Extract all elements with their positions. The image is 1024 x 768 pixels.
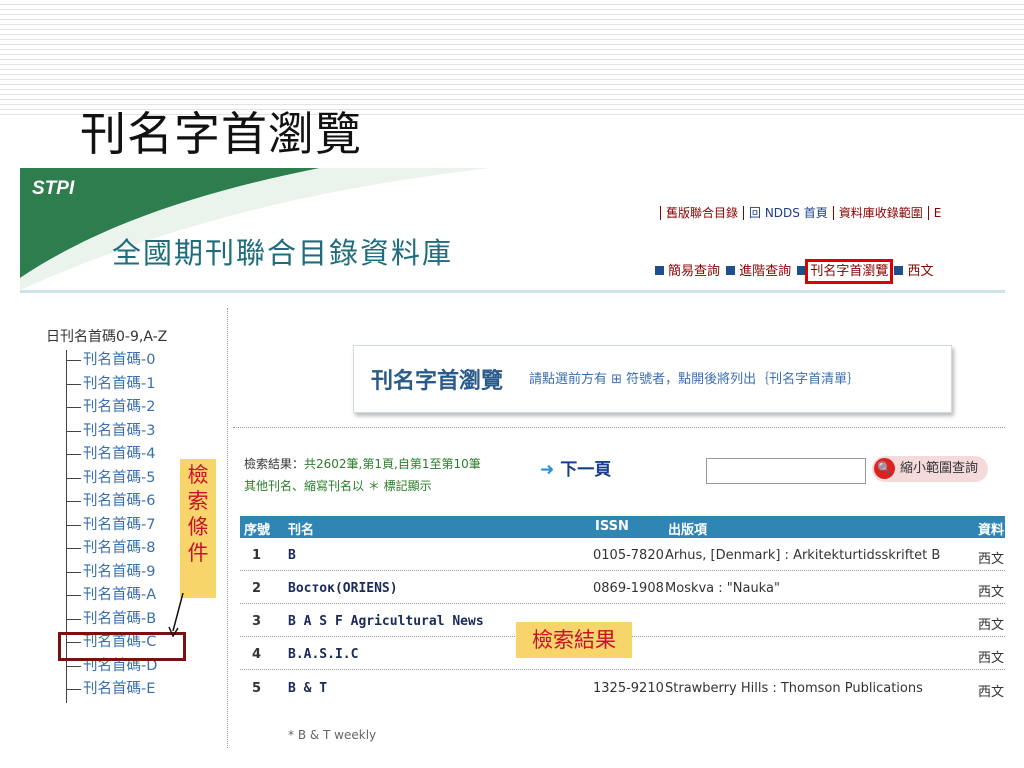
callout-text: 檢索條件: [187, 463, 209, 565]
panel-title: 刊名字首瀏覽: [371, 369, 504, 394]
arrow-right-icon: ➜: [540, 460, 555, 480]
nav-western[interactable]: 西文: [907, 264, 933, 279]
row-title-link[interactable]: B A S F Agricultural News: [288, 614, 484, 629]
col-title: 刊名: [288, 523, 315, 538]
summary-text: 共2602筆,第1頁,自第1至第10筆: [304, 457, 481, 471]
alt-title: * B & T weekly: [288, 728, 377, 742]
row-source: 西文: [978, 618, 1005, 633]
table-row: 5 B & T 1325-9210 Strawberry Hills : Tho…: [240, 673, 1005, 703]
browse-panel: 刊名字首瀏覽 請點選前方有 ⊞ 符號者，點開後將列出｛刊名字首清單｝: [353, 345, 952, 413]
row-num: 1: [252, 548, 262, 563]
top-links: 舊版聯合目錄回 NDDS 首頁 資料庫收錄範圍 E: [660, 204, 947, 221]
callout-arrow-icon: [168, 593, 184, 637]
row-source: 西文: [978, 585, 1005, 600]
results-table-header: 序號 刊名 ISSN 出版項 資料: [240, 516, 1005, 538]
row-num: 3: [252, 614, 262, 629]
narrow-search-input[interactable]: [706, 458, 866, 484]
next-page-label: 下一頁: [560, 460, 612, 480]
row-issn: 1325-9210: [593, 681, 664, 696]
col-issn: ISSN: [595, 519, 629, 534]
tree-divider: [227, 308, 228, 748]
narrow-search-button[interactable]: 🔍 縮小範圍查詢: [872, 456, 989, 482]
tree-node[interactable]: 刊名首碼-2: [66, 397, 167, 421]
row-publisher: Arhus, [Denmark] : Arkitekturtidsskrifte…: [665, 548, 941, 563]
panel-instruction: 請點選前方有 ⊞ 符號者，點開後將列出｛刊名字首清單｝: [529, 372, 861, 387]
site-header: STPI 全國期刊聯合目錄資料庫 舊版聯合目錄回 NDDS 首頁 資料庫收錄範圍 E…: [20, 168, 1005, 290]
slide-title: 刊名字首瀏覽: [80, 107, 362, 161]
english-link[interactable]: E: [927, 206, 947, 220]
coverage-link[interactable]: 資料庫收錄範圍: [832, 206, 928, 220]
row-publisher: Moskva : "Nauka": [665, 581, 780, 596]
tree-node[interactable]: 刊名首碼-9: [66, 561, 167, 585]
col-source: 資料: [978, 523, 1005, 538]
search-conditions-callout: 檢索條件: [180, 459, 216, 598]
table-row: 1 B 0105-7820 Arhus, [Denmark] : Arkitek…: [240, 540, 1005, 571]
row-source: 西文: [978, 651, 1005, 666]
selected-node-highlight: [58, 632, 186, 661]
tree-node[interactable]: 刊名首碼-A: [66, 585, 167, 609]
main-nav: 簡易查詢 進階查詢 刊名字首瀏覽 西文: [653, 259, 933, 284]
tree-node[interactable]: 刊名首碼-7: [66, 514, 167, 538]
tree-root[interactable]: 日刊名首碼0-9,A-Z: [46, 326, 167, 346]
row-num: 2: [252, 581, 262, 596]
table-row: 2 Восток(ORIENS) 0869-1908 Moskva : "Nau…: [240, 573, 1005, 604]
row-num: 4: [252, 647, 262, 662]
screenshot-frame: STPI 全國期刊聯合目錄資料庫 舊版聯合目錄回 NDDS 首頁 資料庫收錄範圍 E…: [20, 168, 1005, 748]
tree-node[interactable]: 刊名首碼-E: [66, 679, 167, 703]
row-source: 西文: [978, 552, 1005, 567]
row-issn: 0105-7820: [593, 548, 664, 563]
search-icon: 🔍: [874, 458, 895, 479]
tree-node[interactable]: 刊名首碼-5: [66, 467, 167, 491]
nav-advanced-search[interactable]: 進階查詢: [739, 264, 791, 279]
site-title: 全國期刊聯合目錄資料庫: [112, 236, 454, 270]
row-title-link[interactable]: Восток(ORIENS): [288, 581, 398, 596]
nav-simple-search[interactable]: 簡易查詢: [668, 264, 720, 279]
nav-bullet-icon: [655, 266, 664, 275]
old-catalog-link[interactable]: 舊版聯合目錄: [660, 206, 744, 220]
tree-node[interactable]: 刊名首碼-6: [66, 491, 167, 515]
tree-node[interactable]: 刊名首碼-1: [66, 373, 167, 397]
nav-bullet-icon: [797, 266, 807, 275]
row-num: 5: [252, 681, 262, 696]
col-publisher: 出版項: [668, 523, 708, 538]
narrow-search-label: 縮小範圍查詢: [900, 461, 979, 476]
tree-node[interactable]: 刊名首碼-4: [66, 444, 167, 468]
row-source: 西文: [978, 685, 1005, 700]
row-title-link[interactable]: B.A.S.I.C: [288, 647, 358, 662]
col-num: 序號: [244, 523, 271, 538]
row-title-link[interactable]: B: [288, 548, 296, 563]
summary-label: 檢索結果：: [244, 457, 305, 471]
tree-node[interactable]: 刊名首碼-3: [66, 420, 167, 444]
section-divider: [233, 427, 1005, 428]
stpi-logo[interactable]: STPI: [32, 178, 74, 200]
nav-bullet-icon: [726, 266, 736, 275]
header-rule: [20, 290, 1005, 293]
tree-node-selected[interactable]: 刊名首碼-B: [66, 608, 167, 632]
next-page-button[interactable]: ➜ 下一頁: [540, 455, 611, 480]
tree-node[interactable]: 刊名首碼-8: [66, 538, 167, 562]
row-issn: 0869-1908: [593, 581, 664, 596]
tree-node[interactable]: 刊名首碼-0: [66, 350, 167, 374]
result-summary: 檢索結果：共2602筆,第1頁,自第1至第10筆 其他刊名、縮寫刊名以 ＊ 標記…: [244, 453, 481, 497]
row-publisher: Strawberry Hills : Thomson Publications: [665, 681, 923, 696]
search-results-callout: 檢索結果: [516, 622, 632, 658]
row-title-link[interactable]: B & T: [288, 681, 327, 696]
nav-bullet-icon: [894, 266, 904, 275]
ndds-home-link[interactable]: 回 NDDS 首頁: [743, 206, 833, 220]
nav-title-browse[interactable]: 刊名字首瀏覽: [805, 259, 894, 284]
alt-title-note: 其他刊名、縮寫刊名以 ＊ 標記顯示: [244, 479, 432, 493]
